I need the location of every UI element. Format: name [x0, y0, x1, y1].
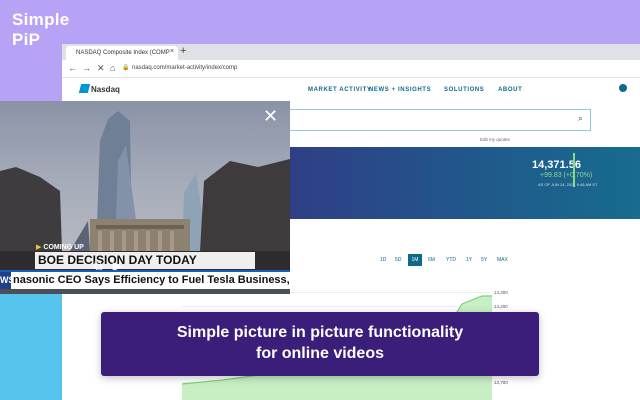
range-5y[interactable]: 5Y: [481, 257, 487, 263]
range-1y[interactable]: 1Y: [466, 257, 472, 263]
range-1d[interactable]: 1D: [380, 257, 386, 263]
index-change: +99.83 (+0.70%): [540, 172, 593, 179]
menu-market-activity[interactable]: MARKET ACTIVITY: [308, 87, 371, 93]
coming-up-text: COMING UP: [43, 244, 84, 251]
address-bar[interactable]: nasdaq.com/market-activity/index/comp: [132, 65, 237, 71]
tab-title: NASDAQ Composite Index (COMP: [76, 50, 170, 56]
tab-close-icon[interactable]: ×: [170, 48, 174, 55]
ticker-text: nasonic CEO Says Efficiency to Fuel Tesl…: [13, 274, 290, 286]
user-icon[interactable]: [619, 84, 627, 92]
site-header: Nasdaq MARKET ACTIVITY NEWS + INSIGHTS S…: [62, 78, 640, 100]
caption-line-2: for online videos: [255, 345, 384, 362]
news-ticker: WS nasonic CEO Says Efficiency to Fuel T…: [0, 270, 290, 289]
nasdaq-logo[interactable]: Nasdaq: [78, 84, 120, 94]
range-ytd[interactable]: YTD: [446, 257, 456, 263]
range-1m[interactable]: 1M: [408, 254, 422, 266]
close-icon[interactable]: ✕: [263, 107, 278, 125]
logo-line-2: PiP: [12, 30, 41, 49]
caption-line-1: Simple picture in picture functionality: [176, 324, 464, 341]
quote-banner: 14,371.56 +99.83 (+0.70%) AS OF JUN 24, …: [287, 147, 640, 219]
menu-news-insights[interactable]: NEWS + INSIGHTS: [369, 87, 431, 93]
play-triangle-icon: ▶: [36, 244, 42, 251]
lock-icon: 🔒: [122, 65, 130, 71]
tab-bar: NASDAQ Composite Index (COMP × +: [62, 44, 640, 60]
pip-video-window[interactable]: ✕ ▶ COMING UP BOE DECISION DAY TODAY ⧉▶ W…: [0, 101, 290, 294]
forward-icon[interactable]: →: [82, 63, 91, 73]
nasdaq-logo-icon: [78, 84, 91, 93]
navigation-bar: ← → ✕ ⌂ 🔒 nasdaq.com/market-activity/ind…: [62, 60, 640, 78]
menu-solutions[interactable]: SOLUTIONS: [444, 87, 484, 93]
menu-about[interactable]: ABOUT: [498, 87, 522, 93]
promo-caption: Simple picture in picture functionality …: [101, 312, 539, 376]
coming-up-label: ▶ COMING UP: [36, 243, 84, 251]
y-tick-label: 14,300: [494, 290, 508, 295]
change-indicator: [573, 153, 575, 187]
stop-icon[interactable]: ✕: [97, 63, 105, 74]
ticker-label: WS: [0, 272, 11, 289]
quote-timestamp: AS OF JUN 24, 2021 9:46 AM ET: [538, 182, 598, 187]
back-icon[interactable]: ←: [68, 63, 77, 73]
simple-pip-logo: Simple PiP: [12, 10, 70, 50]
logo-line-1: Simple: [12, 10, 70, 29]
nasdaq-logo-text: Nasdaq: [91, 85, 120, 94]
background-accent: [0, 288, 70, 400]
range-5d[interactable]: 5D: [395, 257, 401, 263]
range-max[interactable]: MAX: [497, 257, 508, 263]
search-input[interactable]: ⌕: [287, 109, 591, 131]
browser-tab[interactable]: NASDAQ Composite Index (COMP ×: [66, 46, 178, 60]
search-icon[interactable]: ⌕: [578, 113, 583, 124]
range-6m[interactable]: 6M: [428, 257, 435, 263]
y-tick-label: 14,200: [494, 304, 508, 309]
home-icon[interactable]: ⌂: [110, 63, 115, 73]
new-tab-button[interactable]: +: [180, 45, 186, 57]
y-tick-label: 13,700: [494, 380, 508, 385]
edit-quotes-link[interactable]: Edit my quotes: [480, 137, 510, 142]
